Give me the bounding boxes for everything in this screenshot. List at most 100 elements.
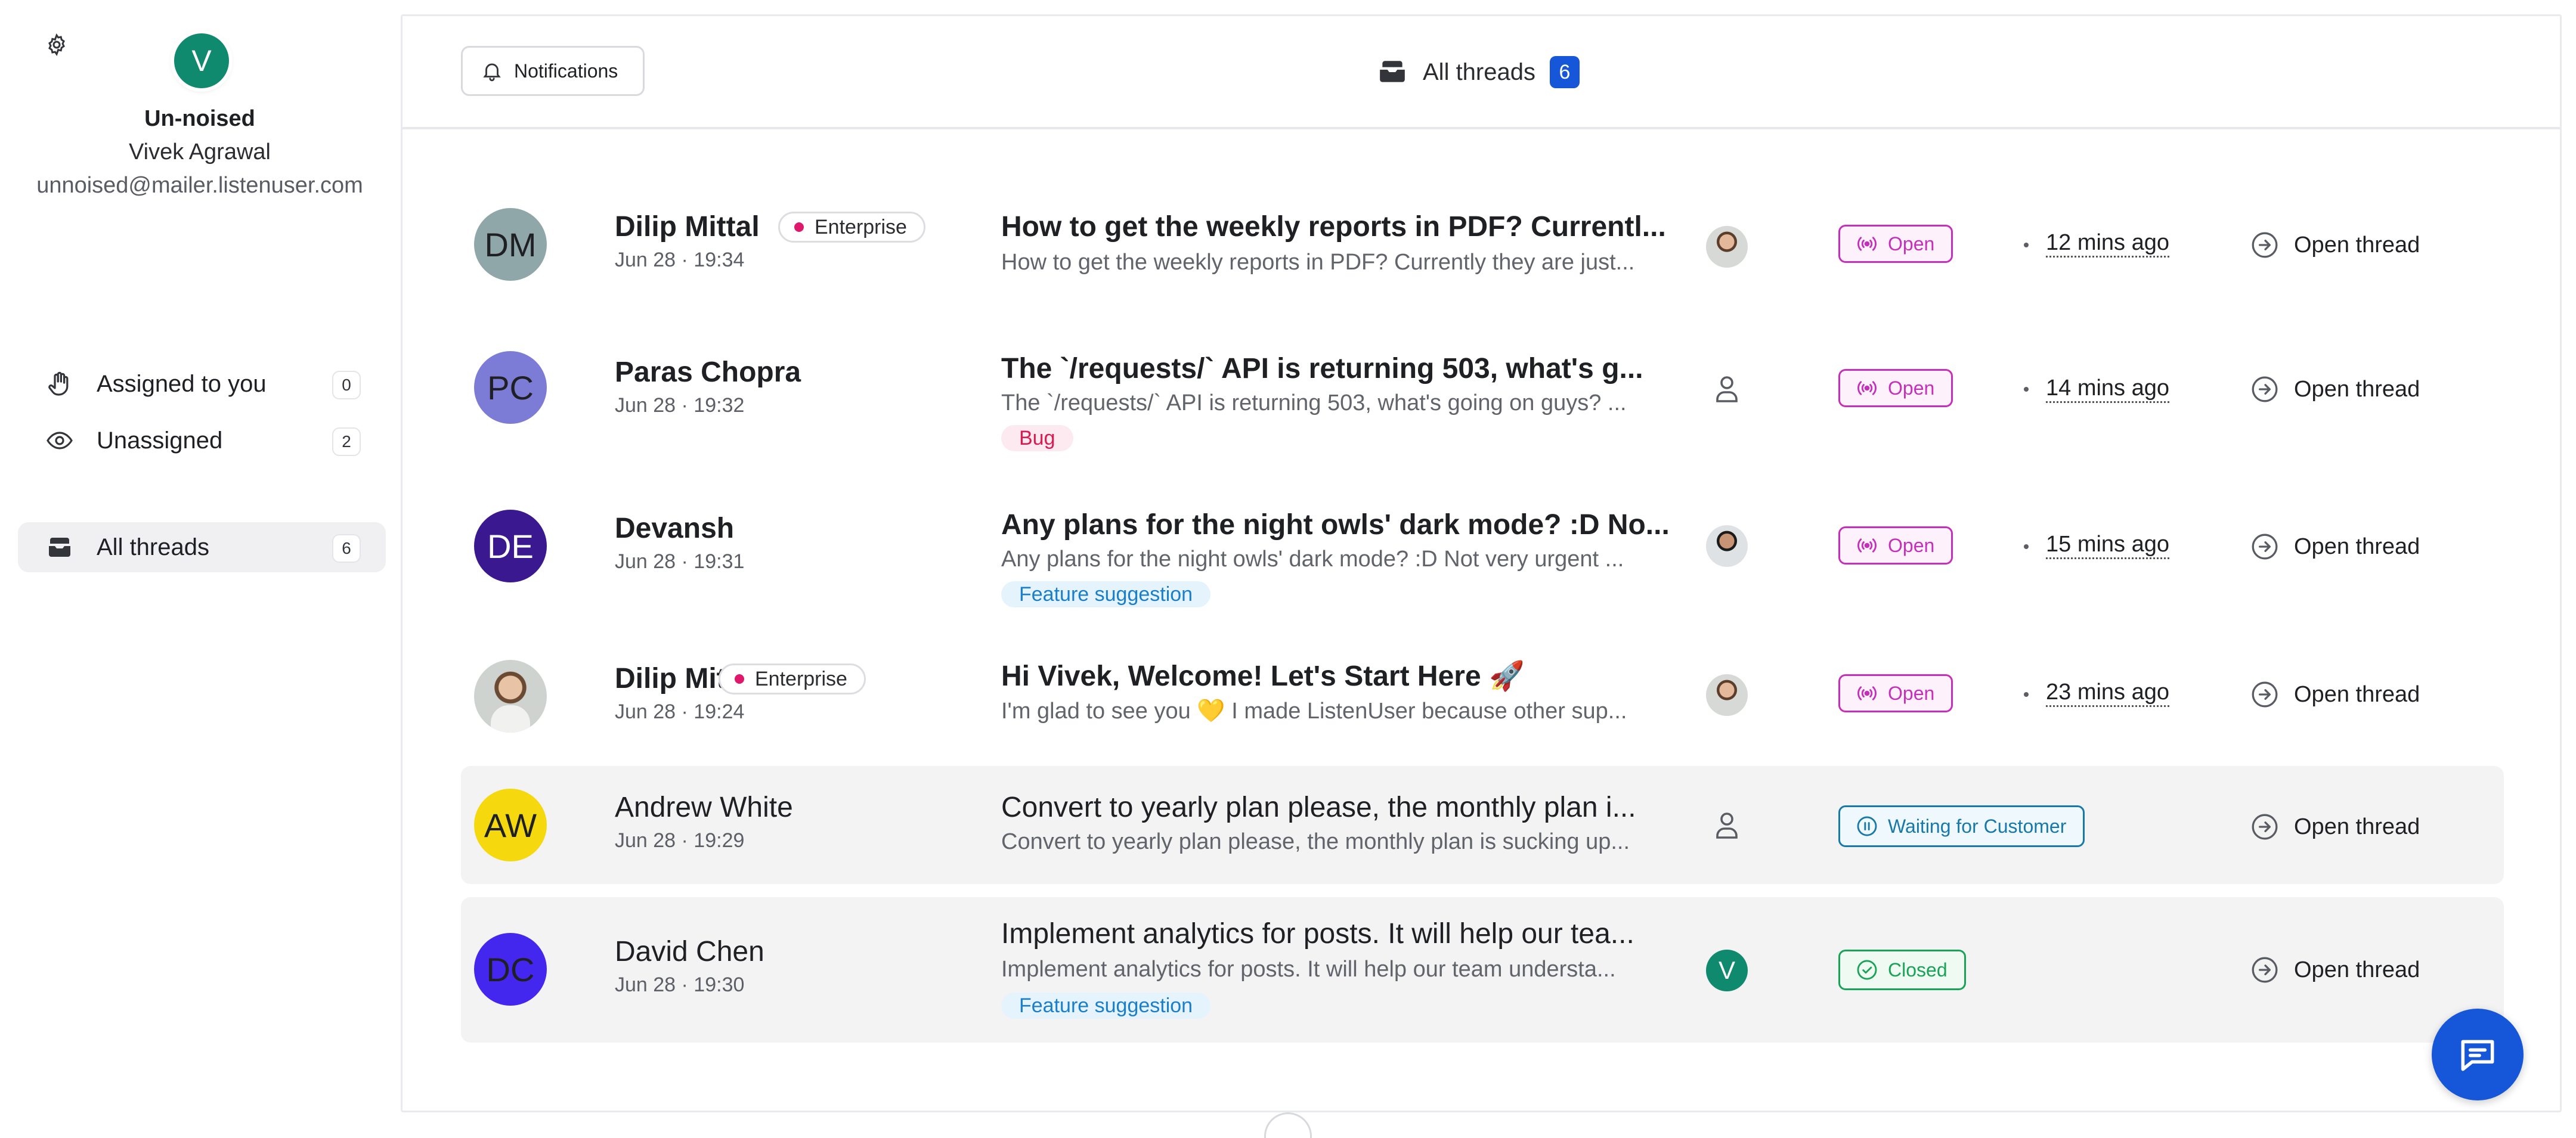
customer-name: David Chen — [615, 936, 764, 968]
nav-count: 6 — [332, 534, 361, 563]
thread-preview: I'm glad to see you 💛 I made ListenUser … — [1001, 699, 1627, 724]
thread-preview: How to get the weekly reports in PDF? Cu… — [1001, 250, 1635, 275]
thread-date: Jun 28 · 19:24 — [615, 700, 745, 723]
status-label: Open — [1888, 232, 1935, 255]
thread-row[interactable]: DC David Chen Jun 28 · 19:30 Implement a… — [461, 897, 2504, 1043]
broadcast-icon — [1857, 237, 1877, 251]
sidebar: V Un-noised Vivek Agrawal unnoised@maile… — [0, 0, 400, 1127]
status-badge: Open — [1838, 674, 1953, 712]
arrow-right-circle-icon — [2252, 232, 2278, 258]
unassigned-avatar — [1706, 804, 1748, 846]
pause-circle-icon — [1857, 816, 1877, 836]
inbox-icon — [1380, 61, 1405, 82]
nav-count: 0 — [332, 371, 361, 399]
assignee-avatar — [1706, 674, 1748, 716]
tag-feature-suggestion: Feature suggestion — [1001, 993, 1211, 1019]
thread-preview: Implement analytics for posts. It will h… — [1001, 957, 1616, 982]
badge-dot — [794, 222, 804, 232]
open-thread-label: Open thread — [2294, 232, 2420, 258]
arrow-right-circle-icon — [2252, 957, 2278, 983]
open-thread-link[interactable]: Open thread — [2250, 952, 2420, 988]
status-badge: Waiting for Customer — [1838, 805, 2085, 847]
nav-label: All threads — [97, 534, 209, 560]
status-label: Closed — [1888, 959, 1948, 981]
open-thread-label: Open thread — [2294, 376, 2420, 402]
thread-row[interactable]: AW Andrew White Jun 28 · 19:29 Convert t… — [461, 766, 2504, 884]
thread-subject: Convert to yearly plan please, the month… — [1001, 792, 1636, 823]
separator-dot — [2024, 544, 2029, 549]
customer-name: Paras Chopra — [615, 356, 801, 388]
arrow-right-circle-icon — [2252, 534, 2278, 560]
broadcast-icon — [1857, 381, 1877, 395]
customer-avatar: AW — [474, 789, 547, 861]
user-name: Vivek Agrawal — [129, 139, 271, 165]
open-thread-link[interactable]: Open thread — [2250, 371, 2420, 407]
nav-count: 2 — [332, 427, 361, 456]
status-label: Open — [1888, 534, 1935, 556]
status-badge: Open — [1838, 526, 1953, 565]
nav-unassigned[interactable]: Unassigned 2 — [18, 415, 386, 466]
status-label: Open — [1888, 682, 1935, 704]
thread-date: Jun 28 · 19:29 — [615, 829, 745, 852]
chat-icon — [2461, 1040, 2494, 1071]
thread-row[interactable]: PC Paras Chopra Jun 28 · 19:32 The `/req… — [461, 331, 2504, 480]
thread-row[interactable]: Dilip Mittal Jun 28 · 19:24 Enterprise H… — [461, 643, 2504, 774]
time-ago: 23 mins ago — [2046, 679, 2170, 707]
status-badge: Open — [1838, 225, 1953, 263]
badge-label: Enterprise — [755, 667, 847, 690]
user-icon — [1716, 376, 1738, 402]
time-ago: 15 mins ago — [2046, 531, 2170, 559]
tag-feature-suggestion: Feature suggestion — [1001, 581, 1211, 607]
thread-date: Jun 28 · 19:31 — [615, 550, 745, 573]
arrow-right-circle-icon — [2252, 814, 2278, 840]
thread-subject: Hi Vivek, Welcome! Let's Start Here 🚀 — [1001, 661, 1525, 692]
panel-header: Notifications All threads 6 — [402, 16, 2560, 129]
thread-row[interactable]: DE Devansh Jun 28 · 19:31 Any plans for … — [461, 487, 2504, 636]
scroll-handle[interactable] — [1264, 1112, 1312, 1138]
notifications-label: Notifications — [514, 60, 618, 82]
customer-name: Andrew White — [615, 792, 793, 823]
thread-row[interactable]: DM Dilip Mittal Jun 28 · 19:34 Enterpris… — [461, 193, 2504, 326]
customer-avatar: DC — [474, 933, 547, 1006]
open-thread-label: Open thread — [2294, 534, 2420, 559]
nav-assigned-to-you[interactable]: Assigned to you 0 — [18, 359, 386, 409]
unassigned-avatar — [1706, 368, 1748, 410]
assignee-avatar — [1706, 525, 1748, 567]
open-thread-label: Open thread — [2294, 957, 2420, 982]
nav-label: Assigned to you — [97, 370, 267, 397]
tag-bug: Bug — [1001, 425, 1073, 451]
time-ago: 14 mins ago — [2046, 375, 2170, 403]
enterprise-badge: Enterprise — [719, 663, 866, 694]
chat-button[interactable] — [2432, 1009, 2524, 1100]
open-thread-link[interactable]: Open thread — [2250, 677, 2420, 712]
arrow-right-circle-icon — [2252, 376, 2278, 402]
user-icon — [1716, 813, 1738, 839]
nav-label: Unassigned — [97, 427, 223, 454]
thread-subject: The `/requests/` API is returning 503, w… — [1001, 353, 1643, 384]
thread-date: Jun 28 · 19:30 — [615, 973, 745, 996]
gear-icon — [48, 33, 65, 57]
customer-avatar: DM — [474, 208, 547, 281]
thread-date: Jun 28 · 19:32 — [615, 394, 745, 417]
notifications-button[interactable]: Notifications — [461, 46, 645, 96]
thread-preview: The `/requests/` API is returning 503, w… — [1001, 390, 1627, 415]
status-label: Open — [1888, 377, 1935, 399]
open-thread-link[interactable]: Open thread — [2250, 227, 2420, 263]
customer-avatar: PC — [474, 351, 547, 424]
open-thread-link[interactable]: Open thread — [2250, 529, 2420, 565]
nav-all-threads[interactable]: All threads 6 — [18, 522, 386, 572]
open-thread-link[interactable]: Open thread — [2250, 809, 2420, 845]
bell-icon — [483, 63, 501, 82]
settings-button[interactable] — [28, 21, 85, 68]
customer-name: Devansh — [615, 513, 735, 544]
separator-dot — [2024, 387, 2029, 392]
thread-preview: Any plans for the night owls' dark mode?… — [1001, 547, 1624, 572]
broadcast-icon — [1857, 686, 1877, 700]
panel-title-label: All threads — [1423, 58, 1535, 85]
open-thread-label: Open thread — [2294, 681, 2420, 707]
thread-count-badge: 6 — [1549, 56, 1580, 88]
arrow-right-circle-icon — [2252, 681, 2278, 708]
time-ago: 12 mins ago — [2046, 230, 2170, 258]
app-root: V Un-noised Vivek Agrawal unnoised@maile… — [0, 0, 2576, 1138]
user-email: unnoised@mailer.listenuser.com — [36, 173, 363, 198]
